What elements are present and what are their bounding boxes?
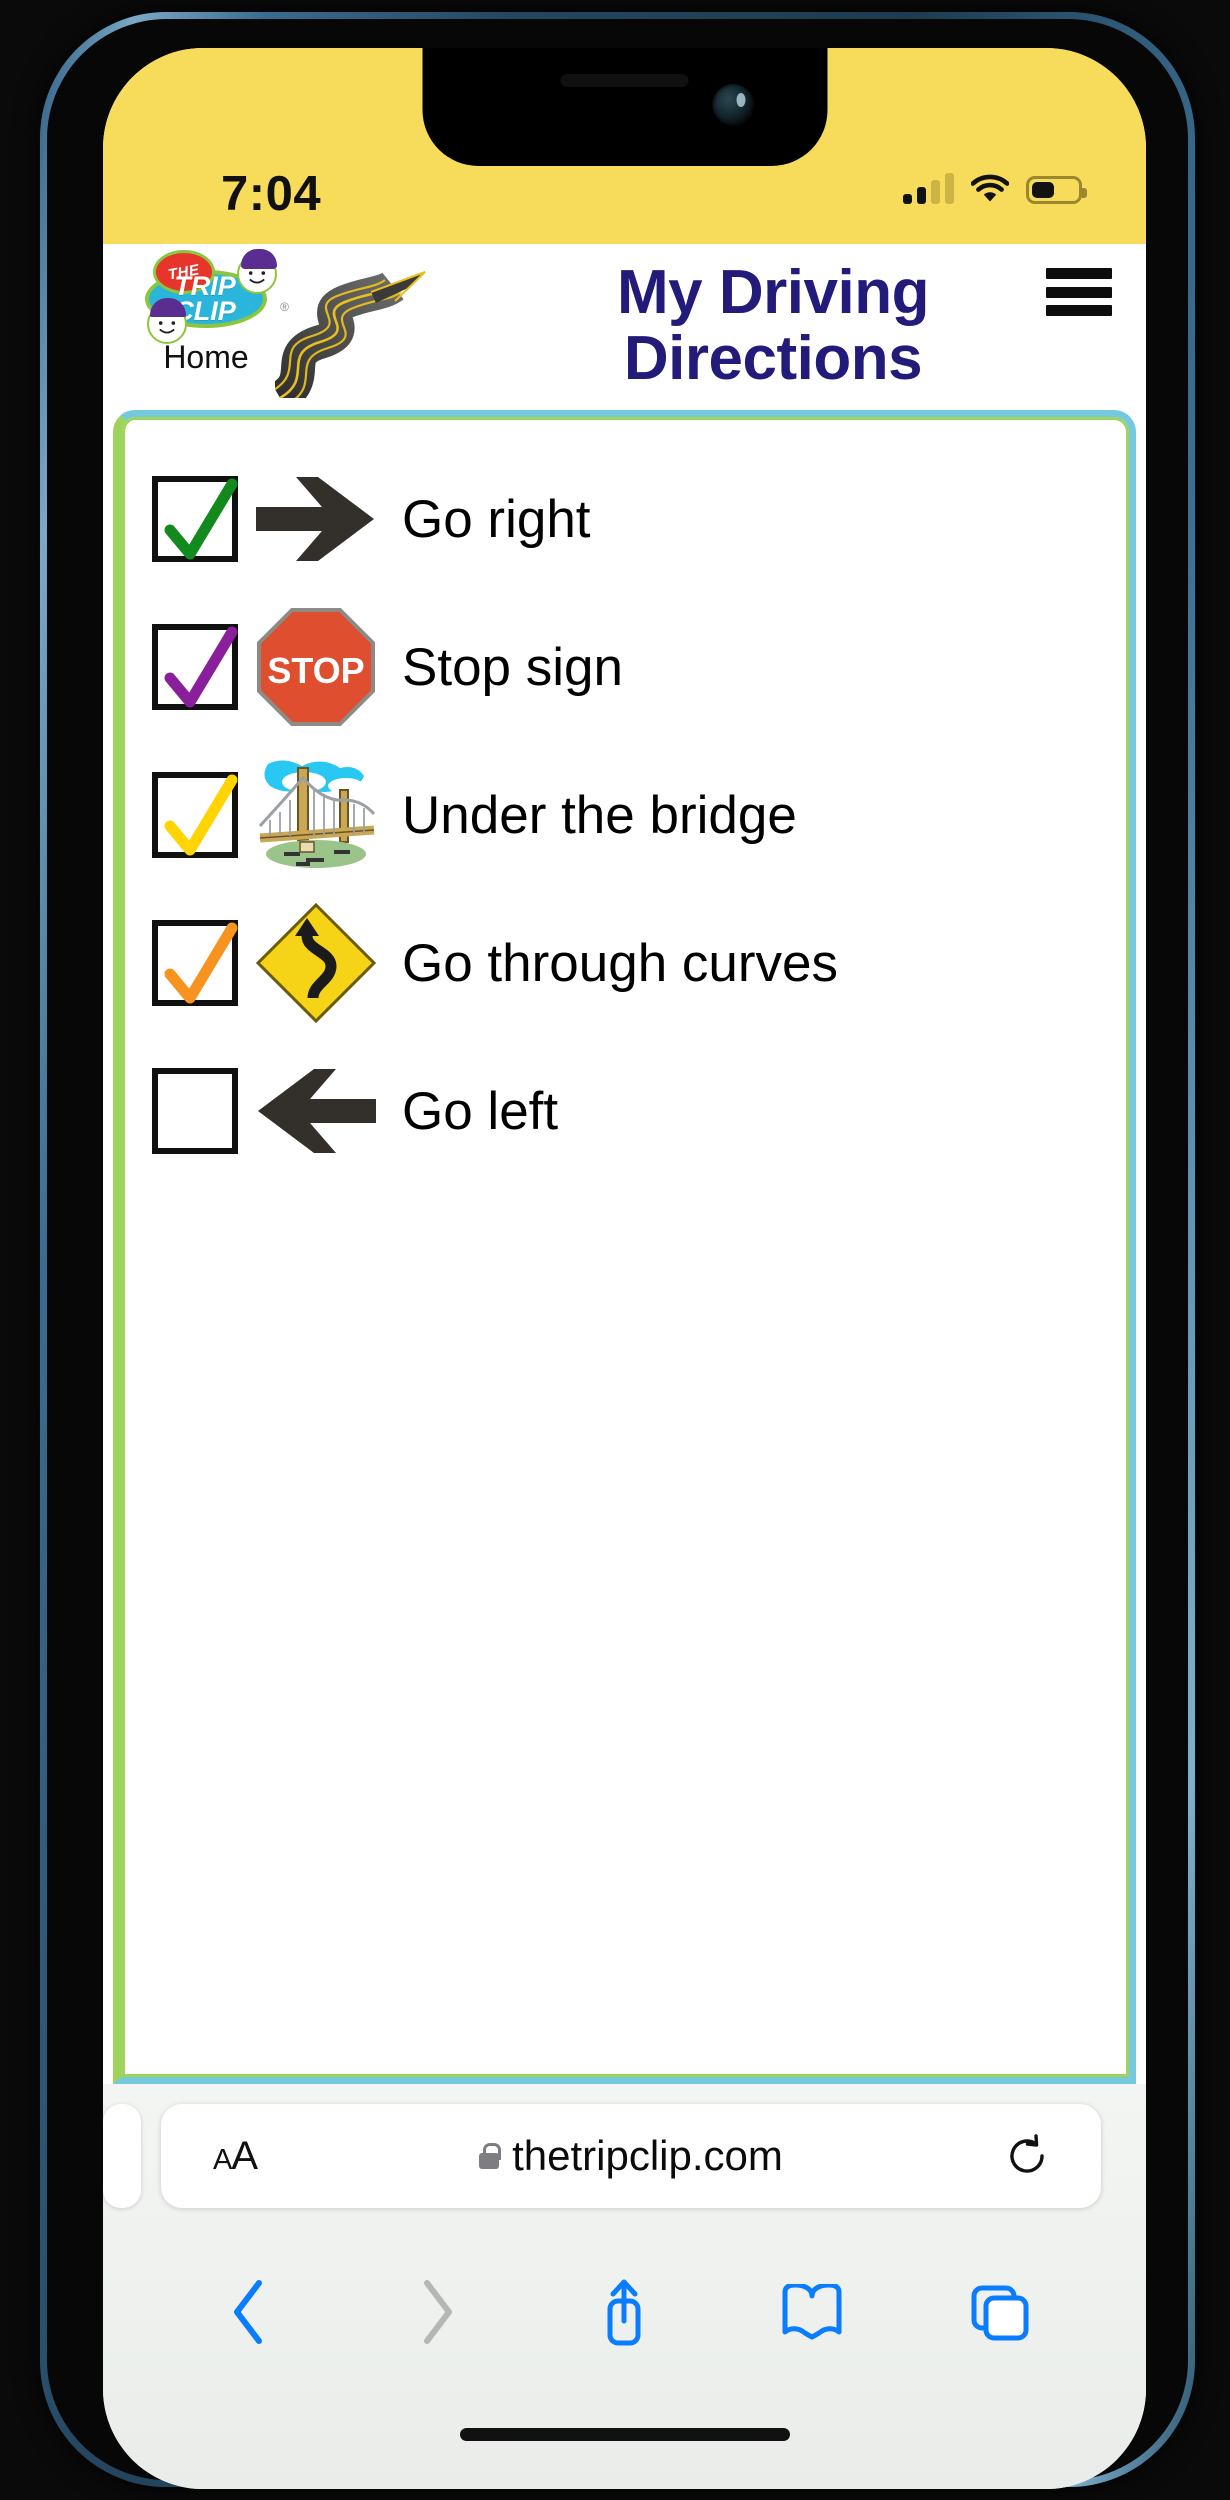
- checkbox[interactable]: [152, 476, 238, 562]
- back-button[interactable]: [214, 2277, 284, 2347]
- list-item[interactable]: Go through curves: [122, 889, 1129, 1037]
- safari-bottom-bar: AA thetripclip.com: [103, 2084, 1146, 2489]
- logo-boy-face-icon: [237, 249, 277, 294]
- home-label: Home: [163, 339, 249, 375]
- address-bar[interactable]: AA thetripclip.com: [161, 2104, 1101, 2208]
- list-item-label: Go through curves: [402, 933, 839, 993]
- svg-text:STOP: STOP: [267, 650, 364, 691]
- browser-toolbar: [103, 2252, 1146, 2372]
- status-bar-clock: 7:04: [221, 167, 322, 221]
- earpiece-speaker: [560, 74, 689, 87]
- url-text: thetripclip.com: [512, 2132, 783, 2179]
- list-item[interactable]: Under the bridge: [122, 741, 1129, 889]
- status-bar-indicators: [903, 173, 1087, 204]
- reload-icon[interactable]: [1005, 2134, 1049, 2178]
- phone-bezel: 7:04 THE TRIP CLIP ® Home My Driving Dir…: [47, 19, 1188, 2489]
- winding-road-illustration: [275, 258, 500, 398]
- phone-body: 7:04 THE TRIP CLIP ® Home My Driving Dir…: [40, 12, 1195, 2489]
- list-item[interactable]: Go right: [122, 445, 1129, 593]
- left-arrow-icon: [252, 1047, 380, 1175]
- page-title: My Driving Directions: [617, 258, 929, 394]
- wifi-icon: [971, 174, 1009, 204]
- battery-icon: [1026, 176, 1087, 204]
- stop-sign-icon: STOP: [252, 603, 380, 731]
- checklist: Go right STOP Stop sign Under the bridge…: [122, 417, 1129, 1185]
- ios-status-bar: 7:04: [103, 48, 1146, 244]
- web-page: THE TRIP CLIP ® Home My Driving Directio…: [103, 244, 1146, 2084]
- suspension-bridge-icon: [252, 751, 380, 879]
- checklist-card: Go right STOP Stop sign Under the bridge…: [113, 410, 1136, 2084]
- home-link[interactable]: THE TRIP CLIP ® Home: [121, 248, 291, 376]
- checkbox[interactable]: [152, 920, 238, 1006]
- phone-screen: 7:04 THE TRIP CLIP ® Home My Driving Dir…: [103, 48, 1146, 2489]
- checkbox[interactable]: [152, 624, 238, 710]
- cellular-signal-icon: [903, 173, 954, 204]
- checkbox[interactable]: [152, 772, 238, 858]
- tabs-icon[interactable]: [965, 2277, 1035, 2347]
- display-notch: [422, 48, 827, 166]
- previous-tab-peek[interactable]: [103, 2104, 141, 2208]
- forward-button[interactable]: [402, 2277, 472, 2347]
- list-item-label: Go left: [402, 1081, 559, 1141]
- site-header: THE TRIP CLIP ® Home My Driving Directio…: [103, 244, 1146, 424]
- list-item-label: Under the bridge: [402, 785, 797, 845]
- list-item-label: Go right: [402, 489, 591, 549]
- list-item[interactable]: STOP Stop sign: [122, 593, 1129, 741]
- logo-girl-face-icon: [147, 298, 187, 344]
- share-icon[interactable]: [589, 2277, 659, 2347]
- lock-icon: [479, 2143, 502, 2169]
- home-indicator: [459, 2428, 790, 2441]
- screenshot-stage: 7:04 THE TRIP CLIP ® Home My Driving Dir…: [0, 0, 1230, 2500]
- the-trip-clip-logo: THE TRIP CLIP ®: [131, 248, 289, 344]
- book-icon[interactable]: [777, 2277, 847, 2347]
- right-arrow-icon: [252, 455, 380, 583]
- address-bar-content: thetripclip.com: [161, 2132, 1101, 2180]
- winding-road-sign-icon: [252, 899, 380, 1027]
- front-camera: [712, 84, 754, 126]
- list-item[interactable]: Go left: [122, 1037, 1129, 1185]
- hamburger-menu-icon[interactable]: [1046, 268, 1112, 316]
- list-item-label: Stop sign: [402, 637, 623, 697]
- checkbox[interactable]: [152, 1068, 238, 1154]
